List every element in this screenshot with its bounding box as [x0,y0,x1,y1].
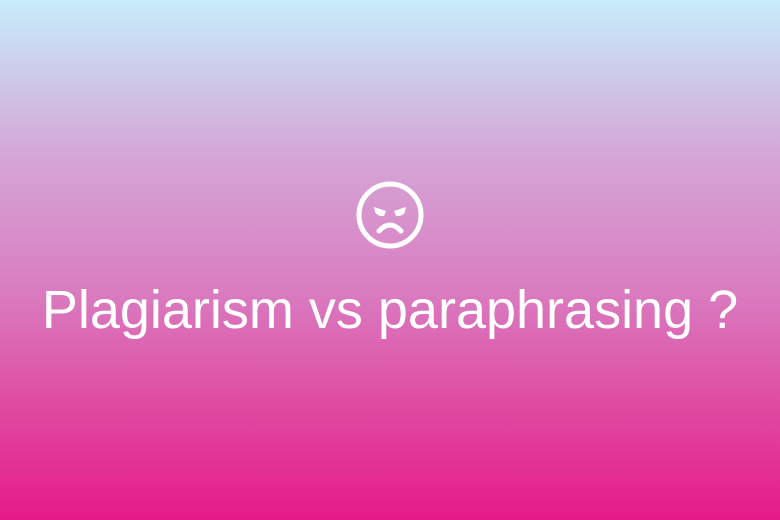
angry-face-icon [355,180,425,250]
page-title: Plagiarism vs paraphrasing ? [41,280,739,340]
